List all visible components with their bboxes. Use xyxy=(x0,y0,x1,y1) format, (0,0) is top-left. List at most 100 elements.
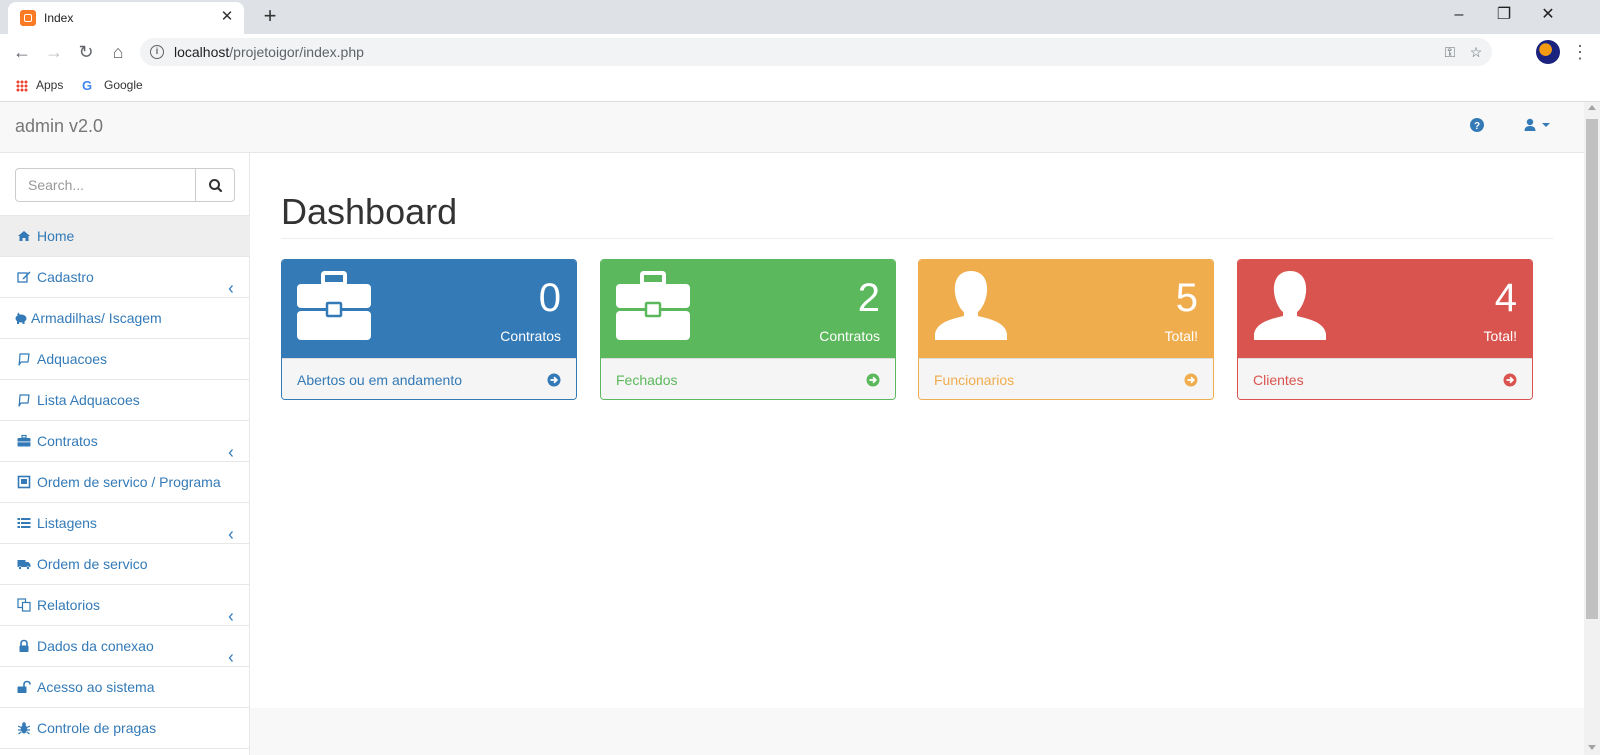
address-bar[interactable]: i localhost/projetoigor/index.php ⚿ ☆ xyxy=(140,38,1492,66)
lock-icon xyxy=(17,628,31,652)
sidebar-item-label: Ordem de servico xyxy=(37,556,148,572)
arrow-circle-right-icon[interactable] xyxy=(1184,373,1198,387)
page-footer-strip xyxy=(250,708,1584,755)
sidebar-item-label: Listagens xyxy=(37,515,97,531)
sidebar-item-adquacoes[interactable]: Adquacoes xyxy=(0,339,250,380)
sidebar-item-dados-conexao[interactable]: Dados da conexao xyxy=(0,626,250,667)
panel-heading: 4 Total! xyxy=(1238,260,1532,358)
panel-link-label[interactable]: Clientes xyxy=(1253,372,1304,388)
browser-tab[interactable]: Index ✕ xyxy=(8,2,244,34)
bookmark-label: Google xyxy=(104,78,143,92)
sidebar-item-home[interactable]: Home xyxy=(0,216,250,257)
window-icon xyxy=(17,464,31,489)
panel-value: 5 xyxy=(1175,276,1198,320)
sidebar-item-label: Ordem de servico / Programa xyxy=(37,474,221,490)
title-divider xyxy=(281,238,1553,239)
page-title: Dashboard xyxy=(281,191,458,232)
panel-contratos-abertos: 0 Contratos Abertos ou em andamento xyxy=(281,259,577,400)
panel-funcionarios: 5 Total! Funcionarios xyxy=(918,259,1214,400)
sidebar-item-label: Adquacoes xyxy=(37,351,108,367)
sidebar-item-controle-pragas[interactable]: Controle de pragas xyxy=(0,708,250,749)
navbar-brand[interactable]: admin v2.0 xyxy=(15,116,103,137)
reload-icon[interactable]: ↻ xyxy=(72,38,100,66)
top-navbar: admin v2.0 ? xyxy=(0,102,1584,153)
apps-grid-icon xyxy=(16,79,28,92)
panel-footer-link[interactable]: Fechados xyxy=(601,358,895,399)
panel-link-label[interactable]: Fechados xyxy=(616,372,677,388)
user-icon xyxy=(934,270,1008,344)
panel-heading: 5 Total! xyxy=(919,260,1213,358)
panel-value: 2 xyxy=(857,276,880,320)
scroll-up-arrow-icon[interactable] xyxy=(1588,105,1596,110)
bookmark-label: Apps xyxy=(36,78,64,92)
sidebar-item-lista-adquacoes[interactable]: Lista Adquacoes xyxy=(0,380,250,421)
panel-subtitle: Total! xyxy=(1164,328,1198,344)
list-icon xyxy=(17,505,31,528)
panel-value: 0 xyxy=(538,276,561,320)
restore-button[interactable]: ❐ xyxy=(1487,4,1521,28)
bookmark-apps[interactable]: Apps xyxy=(16,77,63,95)
home-icon xyxy=(17,218,31,241)
search-input[interactable] xyxy=(15,168,196,202)
arrow-circle-right-icon[interactable] xyxy=(1503,373,1517,387)
sidebar-item-relatorios[interactable]: Relatorios xyxy=(0,585,250,626)
url-host: localhost xyxy=(174,44,230,60)
piggy-bank-icon xyxy=(14,300,28,324)
close-window-button[interactable]: ✕ xyxy=(1531,4,1565,28)
briefcase-icon xyxy=(297,270,371,344)
url-path: /projetoigor/index.php xyxy=(229,44,364,60)
comment-icon xyxy=(17,382,31,407)
sidebar-item-label: Lista Adquacoes xyxy=(37,392,140,408)
home-icon[interactable]: ⌂ xyxy=(104,38,132,66)
bookmark-star-icon[interactable]: ☆ xyxy=(1466,42,1486,62)
user-menu-button[interactable] xyxy=(1524,118,1560,136)
forward-icon[interactable]: → xyxy=(40,38,68,66)
sidebar-item-cadastro[interactable]: Cadastro xyxy=(0,257,250,298)
sidebar-item-ordem-servico-programa[interactable]: Ordem de servico / Programa xyxy=(0,462,250,503)
tab-close-icon[interactable]: ✕ xyxy=(218,8,236,26)
panel-footer-link[interactable]: Funcionarios xyxy=(919,358,1213,399)
scrollbar-thumb[interactable] xyxy=(1586,119,1598,619)
panel-link-label[interactable]: Abertos ou em andamento xyxy=(297,372,462,388)
new-tab-button[interactable]: + xyxy=(258,5,282,29)
search-button[interactable] xyxy=(195,168,235,202)
browser-toolbar: ← → ↻ ⌂ i localhost/projetoigor/index.ph… xyxy=(0,34,1600,70)
sidebar-nav: Home Cadastro Armadilhas/ Iscagem Adquac… xyxy=(0,216,250,749)
minimize-button[interactable]: – xyxy=(1442,4,1476,28)
address-url[interactable]: localhost/projetoigor/index.php xyxy=(174,44,364,60)
briefcase-icon xyxy=(17,423,31,447)
bug-icon xyxy=(17,710,31,735)
arrow-circle-right-icon[interactable] xyxy=(547,373,561,387)
panel-footer-link[interactable]: Clientes xyxy=(1238,358,1532,399)
panel-link-label[interactable]: Funcionarios xyxy=(934,372,1014,388)
panel-clientes: 4 Total! Clientes xyxy=(1237,259,1533,400)
sidebar-item-label: Relatorios xyxy=(37,597,101,613)
panel-subtitle: Total! xyxy=(1483,328,1517,344)
sidebar-item-ordem-servico[interactable]: Ordem de servico xyxy=(0,544,250,585)
sidebar-item-armadilhas[interactable]: Armadilhas/ Iscagem xyxy=(0,298,250,339)
panel-footer-link[interactable]: Abertos ou em andamento xyxy=(282,358,576,399)
browser-menu-icon[interactable]: ⋮ xyxy=(1570,39,1590,65)
back-icon[interactable]: ← xyxy=(8,38,36,66)
comment-icon xyxy=(17,341,31,366)
sidebar-item-label: Acesso ao sistema xyxy=(37,679,155,695)
profile-avatar[interactable] xyxy=(1536,40,1560,64)
copy-icon xyxy=(17,587,31,612)
key-icon[interactable]: ⚿ xyxy=(1440,42,1460,62)
help-icon[interactable]: ? xyxy=(1470,118,1488,136)
sidebar-item-listagens[interactable]: Listagens xyxy=(0,503,250,544)
user-dropdown-icon xyxy=(1524,118,1550,131)
site-info-icon[interactable]: i xyxy=(150,45,164,59)
sidebar-item-acesso-sistema[interactable]: Acesso ao sistema xyxy=(0,667,250,708)
scroll-down-arrow-icon[interactable] xyxy=(1588,745,1596,750)
bookmark-google[interactable]: G Google xyxy=(82,77,143,95)
sidebar-search xyxy=(0,153,250,216)
sidebar-item-contratos[interactable]: Contratos xyxy=(0,421,250,462)
browser-tab-strip: Index ✕ + – ❐ ✕ xyxy=(0,0,1600,34)
sidebar-item-label: Cadastro xyxy=(37,269,94,285)
arrow-circle-right-icon[interactable] xyxy=(866,373,880,387)
main-content: Dashboard 0 Contratos Abertos ou em anda… xyxy=(250,153,1584,708)
chevron-left-icon xyxy=(226,598,236,621)
page-scrollbar[interactable] xyxy=(1584,102,1600,755)
chevron-left-icon xyxy=(226,516,236,539)
